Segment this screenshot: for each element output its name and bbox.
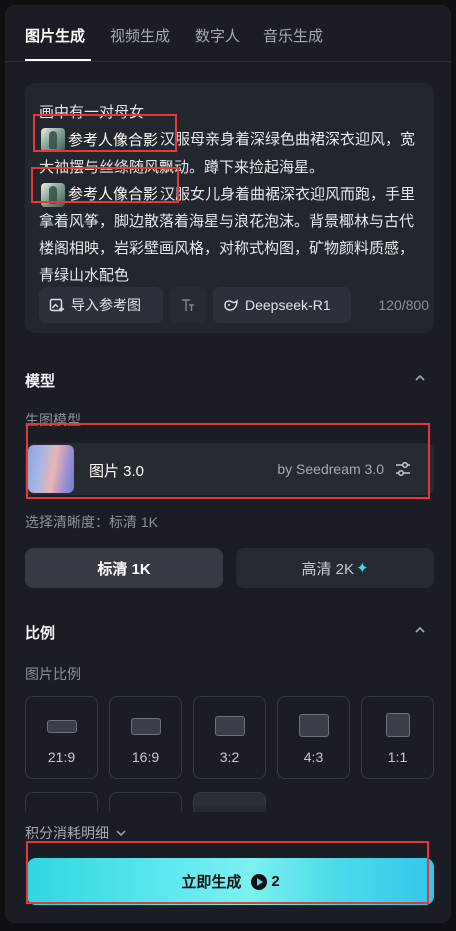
tab-bar: 图片生成 视频生成 数字人 音乐生成 <box>5 5 451 62</box>
tab-video-generation[interactable]: 视频生成 <box>110 25 170 46</box>
model-name: 图片 3.0 <box>89 463 145 480</box>
image-ratio-label: 图片比例 <box>25 666 81 682</box>
ratio-shape-icon <box>214 716 245 736</box>
chevron-down-icon <box>116 830 126 837</box>
ratio-option-1-1[interactable]: 1:1 <box>361 696 434 779</box>
sparkle-icon: ✦ <box>355 560 369 577</box>
tab-image-generation[interactable]: 图片生成 <box>25 25 85 46</box>
ratio-shape-icon <box>298 714 329 737</box>
quality-hd-2k-button[interactable]: 高清 2K ✦ <box>236 548 434 588</box>
deepseek-icon <box>224 299 238 311</box>
quality-standard-1k-button[interactable]: 标清 1K <box>25 548 223 588</box>
credit-cost-value: 2 <box>271 873 280 890</box>
ratio-section-title: 比例 <box>25 625 56 642</box>
ratio-option-21-9[interactable]: 21:9 <box>25 696 98 779</box>
reference-chip-1[interactable]: 参考人像合影 <box>39 127 160 154</box>
model-selector[interactable]: 图片 3.0 by Seedream 3.0 <box>25 443 434 495</box>
reference-chip-2[interactable]: 参考人像合影 <box>39 181 160 208</box>
reference-label: 参考人像合影 <box>68 131 159 149</box>
ratio-shape-icon <box>385 713 410 737</box>
image-add-icon <box>49 298 64 312</box>
model-thumbnail <box>28 445 74 493</box>
credit-icon <box>251 873 268 890</box>
ratio-label: 21:9 <box>47 749 76 765</box>
ratio-label: 16:9 <box>131 749 160 765</box>
model-section-title: 模型 <box>25 373 56 390</box>
generate-now-button[interactable]: 立即生成 2 <box>27 858 434 905</box>
cost-detail-label: 积分消耗明细 <box>25 825 109 841</box>
quality-hd-label: 高清 2K <box>301 560 354 578</box>
active-tab-indicator <box>25 59 91 61</box>
ratio-label: 3:2 <box>219 749 240 765</box>
prompt-card[interactable]: 画中有一对母女 参考人像合影 汉服母亲身着深绿色曲裙深衣迎风，宽大袖摆与丝绦随风… <box>25 83 434 333</box>
chevron-up-icon[interactable] <box>413 371 427 385</box>
ratio-label: 4:3 <box>303 749 324 765</box>
text-format-button[interactable] <box>170 287 206 323</box>
prompt-line1: 画中有一对母女 <box>39 104 145 121</box>
sliders-icon[interactable] <box>394 460 412 478</box>
model-provider: by Seedream 3.0 <box>277 461 384 477</box>
import-reference-label: 导入参考图 <box>71 297 141 313</box>
llm-model-label: Deepseek-R1 <box>245 297 331 313</box>
credit-cost: 2 <box>251 873 280 890</box>
import-reference-button[interactable]: 导入参考图 <box>39 287 163 323</box>
text-size-icon <box>182 299 194 311</box>
reference-thumbnail <box>41 182 65 207</box>
image-model-label: 生图模型 <box>25 412 81 428</box>
tab-music-generation[interactable]: 音乐生成 <box>263 25 323 46</box>
generator-panel: 图片生成 视频生成 数字人 音乐生成 画中有一对母女 参考人像合影 汉服母亲身着… <box>5 5 451 923</box>
prompt-toolbar: 导入参考图 Deepseek-R1 120/800 <box>39 287 429 323</box>
generate-label: 立即生成 <box>181 874 242 891</box>
chevron-up-icon[interactable] <box>413 623 427 637</box>
reference-label: 参考人像合影 <box>68 186 159 204</box>
ratio-shape-icon <box>130 718 161 735</box>
prompt-text[interactable]: 画中有一对母女 参考人像合影 汉服母亲身着深绿色曲裙深衣迎风，宽大袖摆与丝绦随风… <box>39 99 425 289</box>
resolution-label: 选择清晰度：标清 1K <box>25 514 159 530</box>
ratio-label: 1:1 <box>387 749 408 765</box>
ratio-shape-icon <box>46 720 77 733</box>
llm-model-button[interactable]: Deepseek-R1 <box>213 287 351 323</box>
reference-thumbnail <box>41 128 65 153</box>
quality-standard-label: 标清 1K <box>97 560 151 578</box>
ratio-option-3-2[interactable]: 3:2 <box>193 696 266 779</box>
character-counter: 120/800 <box>378 297 429 313</box>
cost-detail-toggle[interactable]: 积分消耗明细 <box>25 823 127 843</box>
ratio-option-16-9[interactable]: 16:9 <box>109 696 182 779</box>
tab-digital-human[interactable]: 数字人 <box>195 25 240 46</box>
ratio-option-4-3[interactable]: 4:3 <box>277 696 350 779</box>
